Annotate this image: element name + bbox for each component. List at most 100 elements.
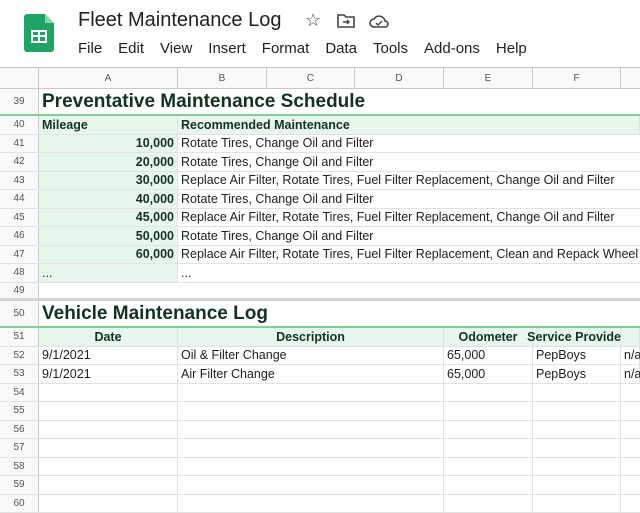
cell[interactable]: n/a [621,365,640,383]
maintenance-cell[interactable]: Replace Air Filter, Rotate Tires, Fuel F… [178,209,640,227]
odometer-cell[interactable]: 65,000 [444,365,533,383]
column-header-d[interactable]: D [355,67,444,89]
cell[interactable] [533,476,621,494]
mileage-cell[interactable]: 50,000 [39,227,178,245]
document-title[interactable]: Fleet Maintenance Log [78,9,281,32]
header-cell[interactable]: Odometer [444,328,533,346]
column-header-b[interactable]: B [178,67,267,89]
cell[interactable] [178,495,444,513]
column-header-f[interactable]: F [533,67,621,89]
star-icon[interactable]: ☆ [305,10,321,31]
maintenance-cell[interactable]: Replace Air Filter, Rotate Tires, Fuel F… [178,246,640,264]
cell[interactable] [533,421,621,439]
maintenance-cell[interactable]: ... [178,264,640,282]
menu-file[interactable]: File [78,40,102,57]
cell[interactable] [533,458,621,476]
row-number[interactable]: 45 [0,209,39,227]
row-number[interactable]: 44 [0,190,39,208]
cell[interactable] [533,495,621,513]
cell[interactable] [39,421,178,439]
row-number[interactable]: 52 [0,347,39,365]
date-cell[interactable]: 9/1/2021 [39,347,178,365]
cell[interactable] [533,384,621,402]
row-number[interactable]: 42 [0,153,39,171]
cell[interactable]: n/a [621,347,640,365]
move-folder-icon[interactable] [337,13,355,28]
mileage-cell[interactable]: 30,000 [39,172,178,190]
row-number[interactable]: 55 [0,402,39,420]
mileage-cell[interactable]: 40,000 [39,190,178,208]
mileage-cell[interactable]: 10,000 [39,135,178,153]
cell[interactable] [178,421,444,439]
mileage-cell[interactable]: ... [39,264,178,282]
mileage-cell[interactable]: 45,000 [39,209,178,227]
row-number[interactable]: 49 [0,283,39,299]
section-title[interactable]: Vehicle Maintenance Log [39,301,640,326]
menu-format[interactable]: Format [262,40,310,57]
mileage-cell[interactable]: 20,000 [39,153,178,171]
header-cell[interactable]: Description [178,328,444,346]
cell[interactable] [533,439,621,457]
row-number[interactable]: 51 [0,328,39,346]
cloud-status-icon[interactable] [369,14,389,28]
row-number[interactable]: 60 [0,495,39,513]
maintenance-cell[interactable]: Rotate Tires, Change Oil and Filter [178,227,640,245]
cell[interactable] [39,283,640,299]
cell[interactable] [444,458,533,476]
header-cell[interactable]: Recommended Maintenance [178,116,640,134]
maintenance-cell[interactable]: Rotate Tires, Change Oil and Filter [178,153,640,171]
row-number[interactable]: 46 [0,227,39,245]
row-number[interactable]: 40 [0,116,39,134]
date-cell[interactable]: 9/1/2021 [39,365,178,383]
cell[interactable] [533,402,621,420]
provider-cell[interactable]: PepBoys [533,347,621,365]
row-number[interactable]: 58 [0,458,39,476]
column-header-g[interactable] [621,67,640,89]
section-title[interactable]: Preventative Maintenance Schedule [39,89,640,114]
cell[interactable] [444,384,533,402]
row-number[interactable]: 39 [0,89,39,114]
column-header-a[interactable]: A [39,67,178,89]
cell[interactable] [444,402,533,420]
menu-insert[interactable]: Insert [208,40,246,57]
header-cell[interactable]: Service Provider [533,328,621,346]
menu-tools[interactable]: Tools [373,40,408,57]
cell[interactable] [39,495,178,513]
description-cell[interactable]: Oil & Filter Change [178,347,444,365]
row-number[interactable]: 50 [0,301,39,326]
menu-edit[interactable]: Edit [118,40,144,57]
select-all-corner[interactable] [0,67,39,89]
cell[interactable] [39,402,178,420]
row-number[interactable]: 57 [0,439,39,457]
cell[interactable] [178,476,444,494]
header-cell[interactable]: Mileage [39,116,178,134]
sheets-logo-icon[interactable] [24,14,54,52]
cell[interactable] [444,439,533,457]
menu-help[interactable]: Help [496,40,527,57]
maintenance-cell[interactable]: Rotate Tires, Change Oil and Filter [178,190,640,208]
menu-data[interactable]: Data [325,40,357,57]
row-number[interactable]: 48 [0,264,39,282]
column-header-c[interactable]: C [267,67,355,89]
provider-cell[interactable]: PepBoys [533,365,621,383]
menu-view[interactable]: View [160,40,192,57]
row-number[interactable]: 47 [0,246,39,264]
column-header-e[interactable]: E [444,67,533,89]
cell[interactable] [444,495,533,513]
mileage-cell[interactable]: 60,000 [39,246,178,264]
row-number[interactable]: 43 [0,172,39,190]
menu-addons[interactable]: Add-ons [424,40,480,57]
cell[interactable] [178,439,444,457]
description-cell[interactable]: Air Filter Change [178,365,444,383]
odometer-cell[interactable]: 65,000 [444,347,533,365]
cell[interactable] [39,476,178,494]
header-cell[interactable]: Date [39,328,178,346]
cell[interactable] [444,476,533,494]
cell[interactable] [178,402,444,420]
maintenance-cell[interactable]: Rotate Tires, Change Oil and Filter [178,135,640,153]
cell[interactable] [178,384,444,402]
cell[interactable] [178,458,444,476]
cell[interactable] [444,421,533,439]
row-number[interactable]: 53 [0,365,39,383]
cell[interactable] [39,384,178,402]
